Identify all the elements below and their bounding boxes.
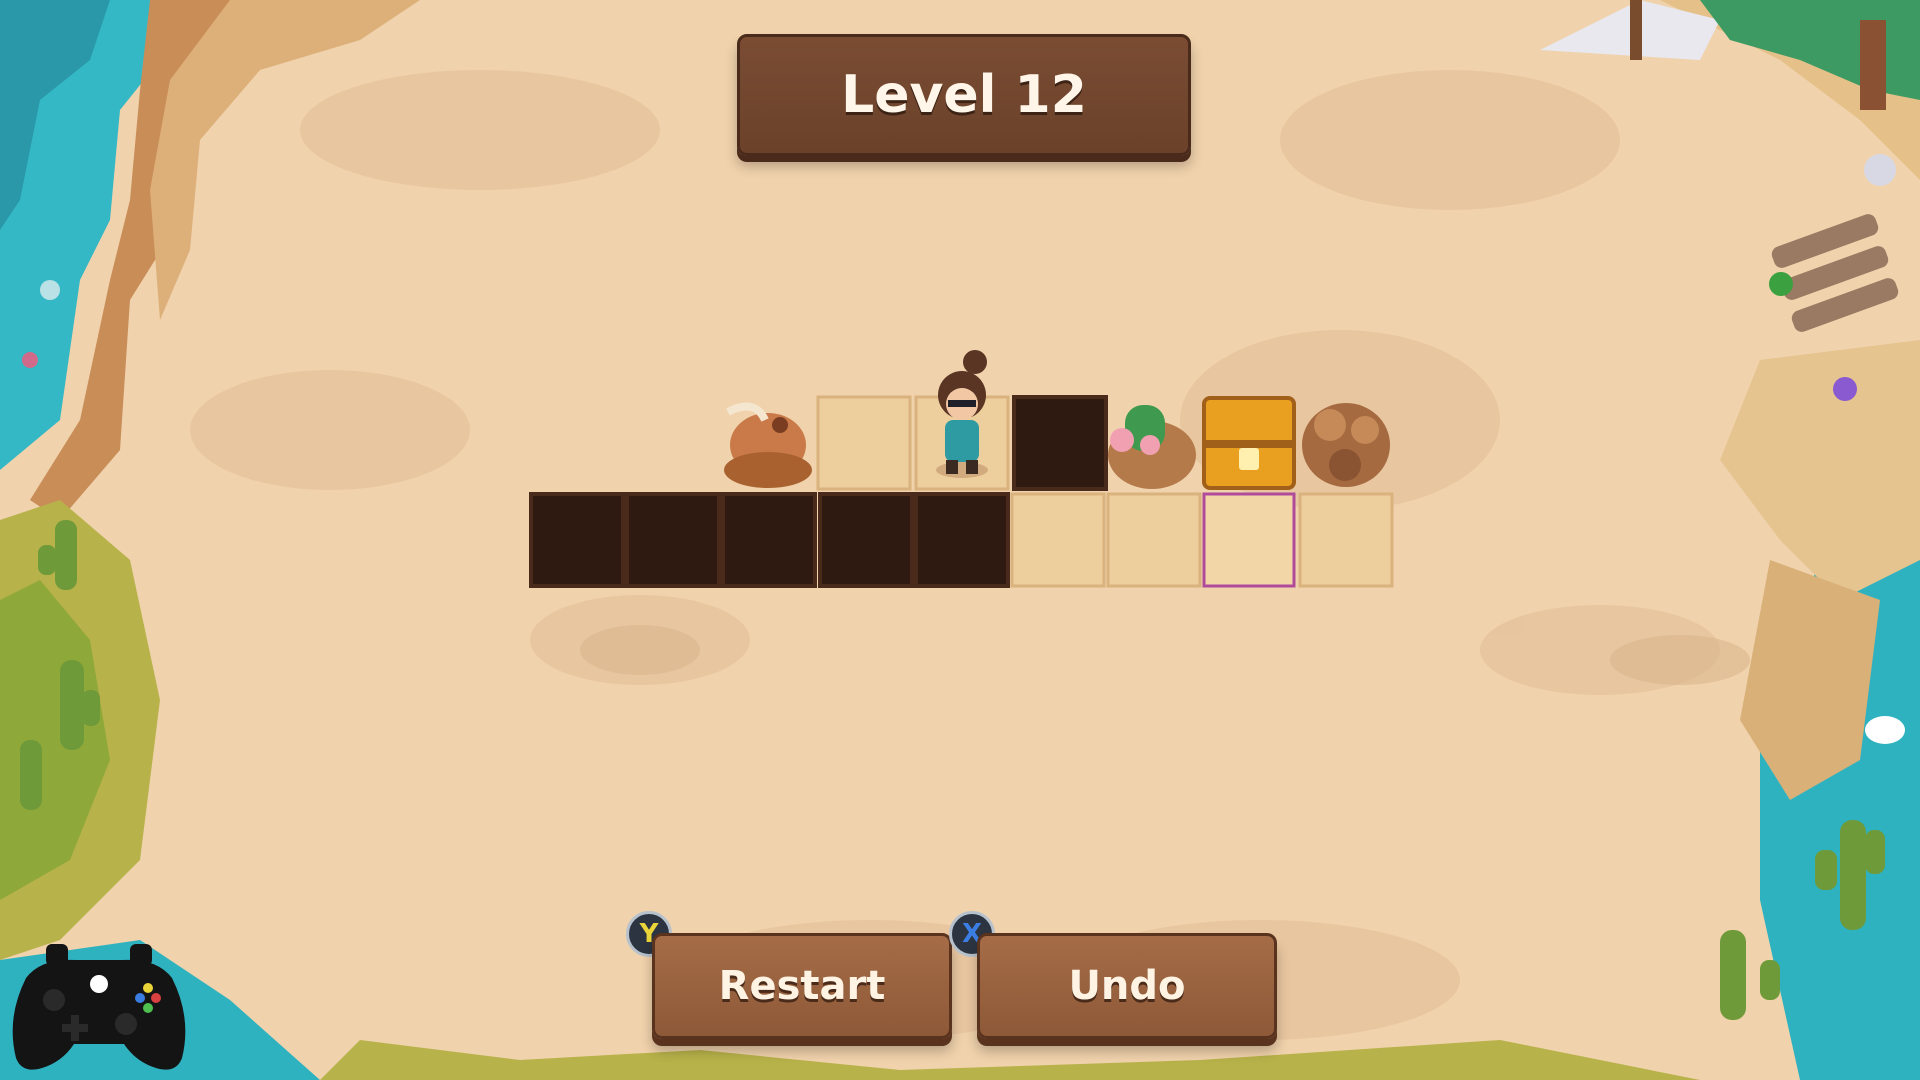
tile-pit-3[interactable]: [721, 492, 817, 588]
tile-sand-b4[interactable]: [1298, 492, 1394, 588]
restart-button[interactable]: Restart: [652, 933, 952, 1039]
level-title: Level 12: [737, 34, 1191, 156]
tile-pit-1[interactable]: [529, 492, 625, 588]
tile-pit-5[interactable]: [914, 492, 1010, 588]
tile-treasure-chest[interactable]: [1202, 396, 1296, 490]
gamepad-icon: [12, 944, 186, 1070]
tile-sand-b2[interactable]: [1106, 492, 1202, 588]
tile-pit-2[interactable]: [625, 492, 721, 588]
undo-button[interactable]: Undo: [977, 933, 1277, 1039]
tile-target[interactable]: [1202, 492, 1296, 588]
tile-pit-top[interactable]: [1012, 395, 1108, 491]
tile-sand[interactable]: [816, 395, 912, 491]
tile-sand-b1[interactable]: [1010, 492, 1106, 588]
tile-pit-4[interactable]: [818, 492, 914, 588]
tile-rock-pile[interactable]: [1302, 403, 1390, 487]
